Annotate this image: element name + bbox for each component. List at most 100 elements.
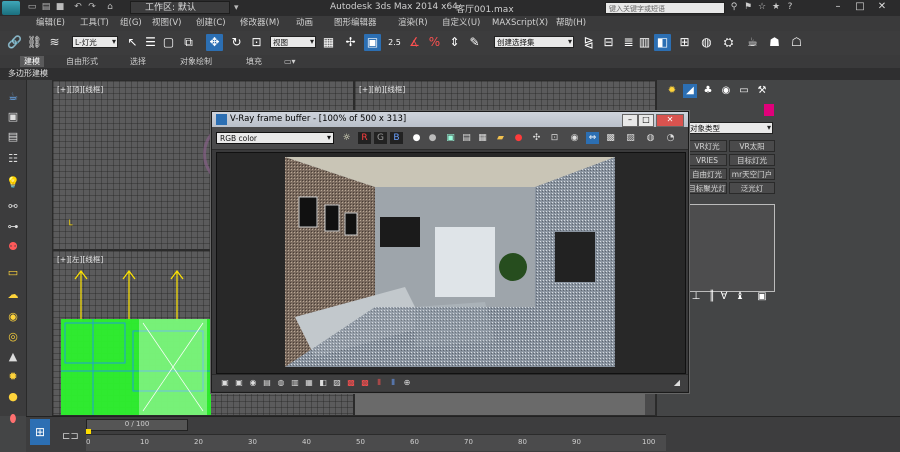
- tab-populate[interactable]: 填充: [246, 56, 262, 67]
- close-button[interactable]: ✕: [872, 1, 892, 14]
- light-bulb-icon[interactable]: 💡: [5, 176, 21, 190]
- rectangular-selection-icon[interactable]: ▢: [160, 34, 177, 51]
- vfb-title-bar[interactable]: V-Ray frame buffer - [100% of 500 x 313]…: [212, 112, 688, 127]
- communication-icon[interactable]: ☆: [756, 1, 768, 14]
- clear-image-icon[interactable]: ▦: [476, 132, 489, 144]
- maximize-button[interactable]: □: [850, 1, 870, 14]
- vfb-tool-icon[interactable]: ▨: [332, 378, 342, 388]
- motion-tab-icon[interactable]: ◉: [719, 84, 733, 98]
- quick-access-dropdown-icon[interactable]: ▾: [234, 3, 239, 13]
- color-channels-icon[interactable]: ☼: [340, 132, 353, 144]
- select-and-move-icon[interactable]: ✥: [206, 34, 223, 51]
- cloud-icon[interactable]: ☁: [5, 288, 21, 302]
- time-slider[interactable]: 0 / 100: [86, 419, 188, 431]
- mono-mode-icon[interactable]: ●: [426, 132, 439, 144]
- green-channel-button[interactable]: G: [374, 132, 387, 144]
- reference-coordinate-dropdown[interactable]: 视图: [270, 36, 316, 48]
- bones-icon[interactable]: ⚯: [5, 200, 21, 214]
- named-selection-dropdown[interactable]: 创建选择集: [494, 36, 574, 48]
- vfb-tool-icon[interactable]: ▥: [290, 378, 300, 388]
- hierarchy-tab-icon[interactable]: ♣: [701, 84, 715, 98]
- render-history-icon[interactable]: ◔: [664, 132, 677, 144]
- sphere-icon[interactable]: ●: [5, 390, 21, 404]
- render-canvas[interactable]: [216, 152, 686, 374]
- cone-icon[interactable]: ▲: [5, 350, 21, 364]
- timeline-toggle-icon[interactable]: ⊏⊐: [62, 431, 79, 442]
- viewport-layout-icon[interactable]: ⊞: [30, 419, 50, 445]
- vray-ies-button[interactable]: VRIES: [687, 154, 727, 166]
- open-file-icon[interactable]: ▤: [40, 2, 52, 13]
- follow-mouse-icon[interactable]: ⊡: [548, 132, 561, 144]
- graphite-toolbar-icon[interactable]: ▥: [636, 34, 653, 51]
- teapot-icon[interactable]: ☕: [5, 90, 21, 104]
- render-production-icon[interactable]: ☗: [766, 34, 783, 51]
- minimize-button[interactable]: –: [828, 1, 848, 14]
- material-editor-icon[interactable]: ◍: [698, 34, 715, 51]
- link-to-mouse-icon[interactable]: ⇔: [586, 132, 599, 144]
- menu-create[interactable]: 创建(C): [196, 17, 226, 30]
- select-object-icon[interactable]: ↖: [124, 34, 141, 51]
- vfb-tool-icon[interactable]: ▣: [220, 378, 230, 388]
- angle-snap-icon[interactable]: ∡: [406, 34, 423, 51]
- select-and-rotate-icon[interactable]: ↻: [228, 34, 245, 51]
- favorites-icon[interactable]: ★: [770, 1, 782, 14]
- red-channel-button[interactable]: R: [358, 132, 371, 144]
- percent-snap-icon[interactable]: %: [426, 34, 443, 51]
- menu-group[interactable]: 组(G): [120, 17, 142, 30]
- utilities-tab-icon[interactable]: ⚒: [755, 84, 769, 98]
- capsule-icon[interactable]: ⬮: [5, 412, 21, 426]
- vfb-tool-icon[interactable]: ⊕: [402, 378, 412, 388]
- free-light-button[interactable]: 自由灯光: [687, 168, 727, 180]
- new-file-icon[interactable]: ▭: [26, 2, 38, 13]
- resize-grip-icon[interactable]: ◢: [672, 378, 682, 388]
- menu-tools[interactable]: 工具(T): [80, 17, 109, 30]
- omni-button[interactable]: 泛光灯: [729, 182, 775, 194]
- app-logo-icon[interactable]: [2, 1, 20, 15]
- vfb-tool-icon[interactable]: ▩: [360, 378, 370, 388]
- vfb-tool-icon[interactable]: ◉: [248, 378, 258, 388]
- create-tab-icon[interactable]: ✹: [665, 84, 679, 98]
- project-folder-icon[interactable]: ⌂: [104, 2, 116, 13]
- vfb-tool-icon[interactable]: ▦: [304, 378, 314, 388]
- sun-icon[interactable]: ✹: [5, 370, 21, 384]
- vfb-tool-icon[interactable]: ◍: [276, 378, 286, 388]
- track-mouse-icon[interactable]: ✣: [530, 132, 543, 144]
- tab-freeform[interactable]: 自由形式: [66, 56, 98, 67]
- workspace-selector[interactable]: 工作区: 默认: [130, 1, 230, 14]
- vfb-tool-icon[interactable]: ▤: [262, 378, 272, 388]
- unlink-icon[interactable]: ⛓: [26, 34, 43, 51]
- edit-named-selection-icon[interactable]: ✎: [466, 34, 483, 51]
- blue-channel-button[interactable]: B: [390, 132, 403, 144]
- configure-sets-icon[interactable]: ▣: [755, 290, 769, 304]
- box-yellow-icon[interactable]: ▭: [5, 266, 21, 280]
- open-folder-icon[interactable]: ▰: [494, 132, 507, 144]
- polygon-modeling-label[interactable]: 多边形建模: [8, 68, 48, 80]
- save-file-icon[interactable]: ■: [54, 2, 66, 13]
- vray-sun-button[interactable]: VR太阳: [729, 140, 775, 152]
- vfb-tool-icon[interactable]: ◧: [318, 378, 328, 388]
- selection-filter-dropdown[interactable]: L-灯光: [72, 36, 118, 48]
- align-icon[interactable]: ⊟: [600, 34, 617, 51]
- modifier-stack-list[interactable]: [687, 204, 775, 292]
- select-and-manipulate-icon[interactable]: ✢: [342, 34, 359, 51]
- curve-editor-icon[interactable]: ◧: [654, 34, 671, 51]
- display-tab-icon[interactable]: ▭: [737, 84, 751, 98]
- vfb-tool-icon[interactable]: ▣: [234, 378, 244, 388]
- select-by-name-icon[interactable]: ☰: [142, 34, 159, 51]
- render-setup-icon[interactable]: ⛭: [720, 34, 737, 51]
- pivot-center-icon[interactable]: ▦: [320, 34, 337, 51]
- modify-tab-icon[interactable]: ◢: [683, 84, 697, 98]
- select-and-scale-icon[interactable]: ⊡: [248, 34, 265, 51]
- ring-icon[interactable]: ◎: [5, 330, 21, 344]
- vfb-close-button[interactable]: ✕: [656, 114, 684, 127]
- mr-sky-portal-button[interactable]: mr天空门户: [729, 168, 775, 180]
- tab-object-paint[interactable]: 对象绘制: [180, 56, 212, 67]
- keyboard-shortcut-override-icon[interactable]: ▣: [364, 34, 381, 51]
- render-object-icon[interactable]: ⚉: [5, 240, 21, 254]
- snaps-toggle-icon[interactable]: 2.5: [386, 34, 403, 51]
- lens-effects-icon[interactable]: ▨: [624, 132, 637, 144]
- cylinder-icon[interactable]: ◉: [5, 310, 21, 324]
- redo-icon[interactable]: ↷: [86, 2, 98, 13]
- channel-dropdown[interactable]: RGB color: [216, 132, 334, 144]
- menu-animation[interactable]: 动画: [296, 17, 313, 30]
